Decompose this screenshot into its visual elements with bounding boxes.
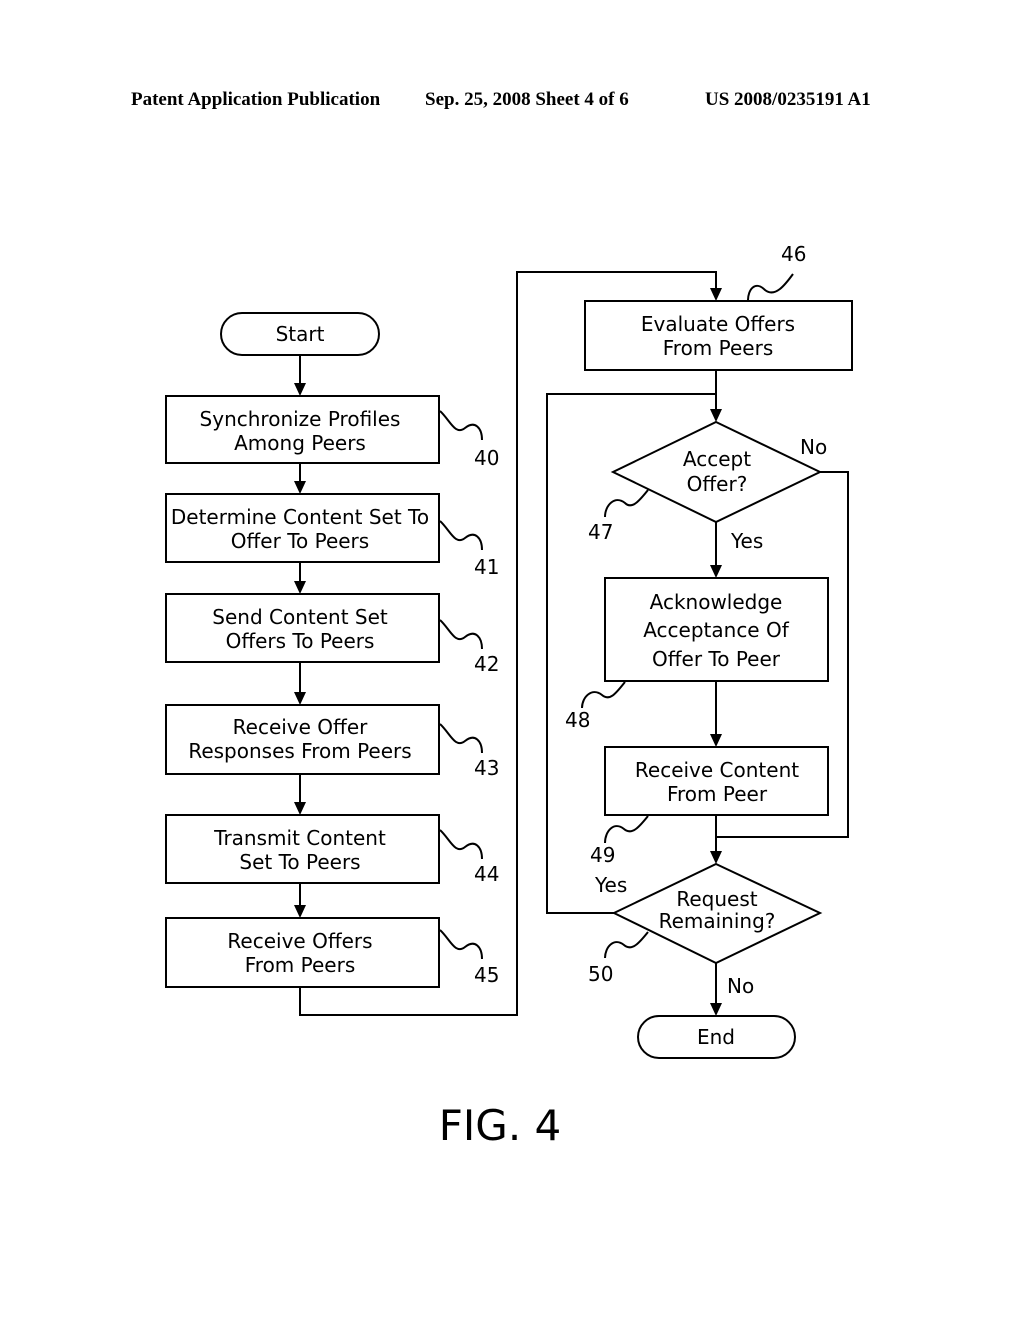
step-43-line-1: Receive Offer (233, 715, 368, 739)
edge-label-accept-yes: Yes (730, 529, 763, 553)
step-48-line-2: Acceptance Of (643, 618, 789, 642)
step-44-line-2: Set To Peers (239, 850, 360, 874)
leader-48 (581, 681, 626, 709)
step-49-line-1: Receive Content (635, 758, 799, 782)
step-42-line-1: Send Content Set (212, 605, 388, 629)
arrowhead (710, 851, 722, 864)
step-40-line-2: Among Peers (234, 431, 366, 455)
flowchart: Start Synchronize Profiles Among Peers D… (165, 242, 853, 1150)
arrowhead (294, 383, 306, 396)
step-44-line-1: Transmit Content (213, 826, 386, 850)
leader-41 (439, 520, 483, 551)
step-46-line-2: From Peers (663, 336, 774, 360)
step-41-line-1: Determine Content Set To (171, 505, 429, 529)
leader-47 (604, 489, 649, 518)
leader-43 (439, 723, 483, 754)
step-45-line-2: From Peers (245, 953, 356, 977)
ref-47: 47 (588, 520, 613, 544)
step-46-line-1: Evaluate Offers (641, 312, 795, 336)
arrowhead (294, 581, 306, 594)
leader-46 (747, 273, 794, 301)
ref-43: 43 (474, 756, 499, 780)
leader-45 (439, 929, 483, 960)
arrowhead (294, 905, 306, 918)
arrowhead (710, 565, 722, 578)
start-label: Start (276, 322, 325, 346)
arrowhead (710, 734, 722, 747)
decision-47-line-2: Offer? (687, 472, 748, 496)
leader-40 (439, 410, 483, 441)
step-42-line-2: Offers To Peers (226, 629, 375, 653)
decision-47-line-1: Accept (683, 447, 751, 471)
arrowhead (294, 802, 306, 815)
ref-45: 45 (474, 963, 499, 987)
step-48-line-1: Acknowledge (650, 590, 783, 614)
ref-49: 49 (590, 843, 615, 867)
step-48-line-3: Offer To Peer (652, 647, 781, 671)
arrowhead (294, 481, 306, 494)
ref-48: 48 (565, 708, 590, 732)
figure-label: FIG. 4 (439, 1101, 562, 1150)
edge-label-accept-no: No (800, 435, 827, 459)
ref-41: 41 (474, 555, 499, 579)
arrowhead (294, 692, 306, 705)
ref-40: 40 (474, 446, 499, 470)
step-41-line-2: Offer To Peers (231, 529, 369, 553)
arrowhead (710, 288, 722, 301)
leader-49 (604, 815, 649, 844)
step-40-line-1: Synchronize Profiles (200, 407, 401, 431)
end-label: End (697, 1025, 735, 1049)
ref-42: 42 (474, 652, 499, 676)
edge-label-remaining-no: No (727, 974, 754, 998)
decision-50-line-2: Remaining? (659, 909, 776, 933)
arrowhead (710, 409, 722, 422)
leader-44 (439, 829, 483, 860)
arrowhead (710, 1003, 722, 1016)
leader-50 (604, 931, 649, 959)
ref-46: 46 (781, 242, 806, 266)
edge-label-remaining-yes: Yes (594, 873, 627, 897)
step-49-line-2: From Peer (667, 782, 768, 806)
decision-50-line-1: Request (676, 887, 757, 911)
step-45-line-1: Receive Offers (227, 929, 372, 953)
ref-50: 50 (588, 962, 613, 986)
ref-44: 44 (474, 862, 499, 886)
leader-42 (439, 619, 483, 650)
step-43-line-2: Responses From Peers (188, 739, 411, 763)
